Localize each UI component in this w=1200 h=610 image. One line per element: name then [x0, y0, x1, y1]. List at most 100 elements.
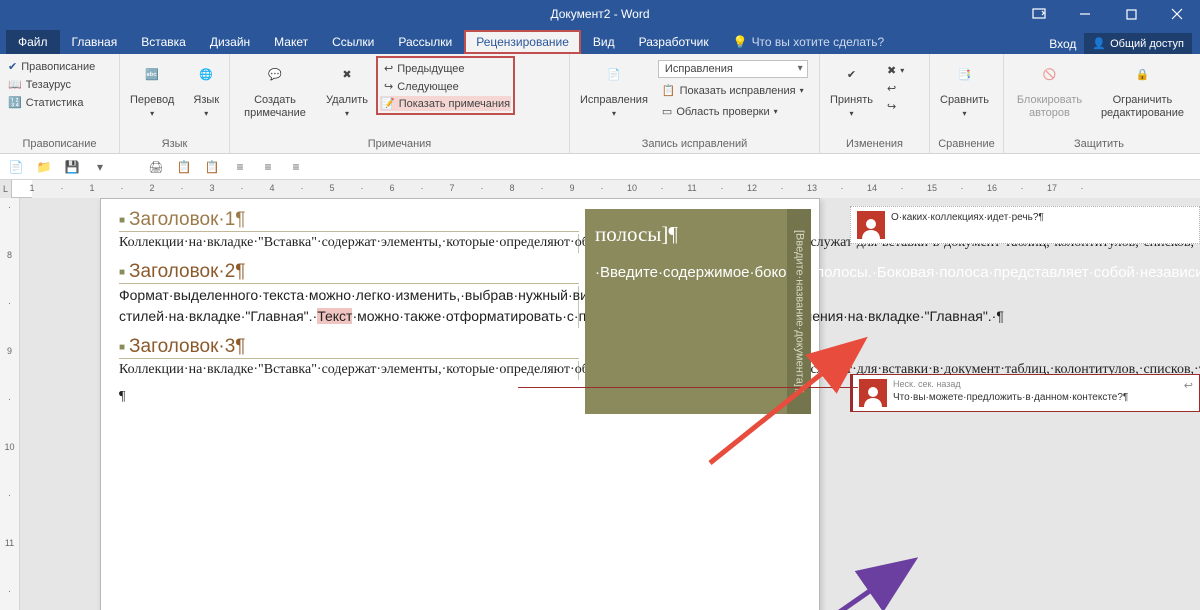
restrict-editing-button[interactable]: 🔒Ограничить редактирование	[1095, 58, 1190, 122]
avatar-icon	[857, 211, 885, 239]
delete-comment-button[interactable]: ✖Удалить▾	[320, 58, 374, 121]
translate-button[interactable]: 🔤Перевод▾	[124, 58, 180, 121]
compare-label: Сравнить	[940, 94, 989, 107]
tab-file[interactable]: Файл	[6, 30, 60, 54]
translate-label: Перевод	[130, 94, 174, 107]
qat-print-icon[interactable]: 🖨	[146, 157, 166, 177]
close-button[interactable]	[1154, 0, 1200, 28]
empty-para: ¶	[119, 388, 579, 407]
sidebar-vertical-label: [Введите·название·документа]¶	[787, 209, 811, 414]
highlighted-text: Текст	[317, 308, 352, 324]
qat-alignleft-icon[interactable]: ≡	[230, 157, 250, 177]
spelling-label: Правописание	[21, 61, 95, 73]
document-area: ■Заголовок·1¶ Коллекции·на·вкладке·"Вста…	[20, 198, 1200, 610]
qat-copy-icon[interactable]: 📋	[174, 157, 194, 177]
language-label: Язык	[193, 94, 219, 107]
share-button[interactable]: 👤Общий доступ	[1084, 33, 1192, 54]
language-button[interactable]: 🌐Язык▾	[184, 58, 228, 121]
statistics-button[interactable]: 🔢Статистика	[4, 94, 99, 111]
signin-link[interactable]: Вход	[1049, 37, 1076, 51]
next-change-button[interactable]: ↪	[883, 98, 908, 115]
qat-alignright-icon[interactable]: ≡	[286, 157, 306, 177]
group-proofing-label: Правописание	[4, 136, 115, 153]
main-text-column[interactable]: ■Заголовок·1¶ Коллекции·на·вкладке·"Вста…	[119, 209, 579, 414]
tell-me-box[interactable]: 💡 Что вы хотите сделать?	[721, 30, 897, 54]
paragraph-3: Коллекции·на·вкладке·"Вставка"·содержат·…	[119, 361, 579, 380]
share-label: Общий доступ	[1110, 38, 1184, 50]
group-proofing: ✔Правописание 📖Тезаурус 🔢Статистика Прав…	[0, 54, 120, 153]
quick-access-toolbar: 📄 📁 💾 ▾ 🖨 📋 📋 ≡ ≡ ≡	[0, 154, 1200, 180]
comments-pane: О·каких·коллекциях·идет·речь?¶ Неск. сек…	[850, 206, 1200, 542]
group-tracking-label: Запись исправлений	[574, 136, 815, 153]
qat-aligncenter-icon[interactable]: ≡	[258, 157, 278, 177]
show-markup-label: Показать исправления	[680, 85, 796, 97]
reject-button[interactable]: ✖▾	[883, 62, 908, 79]
tab-references[interactable]: Ссылки	[320, 30, 386, 54]
qat-open-icon[interactable]: 📁	[34, 157, 54, 177]
qat-save-icon[interactable]: 💾	[62, 157, 82, 177]
group-language-label: Язык	[124, 136, 225, 153]
comment-2[interactable]: Неск. сек. назад Что·вы·можете·предложит…	[850, 374, 1200, 412]
tab-home[interactable]: Главная	[60, 30, 130, 54]
reviewing-pane-button[interactable]: ▭Область проверки▾	[658, 103, 808, 120]
accept-icon: ✔	[835, 60, 867, 92]
show-comments-button[interactable]: 📝Показать примечания	[380, 96, 511, 111]
delete-comment-icon: ✖	[331, 60, 363, 92]
sidebar-title: полосы]¶	[595, 215, 800, 255]
qat-new-icon[interactable]: 📄	[6, 157, 26, 177]
prev-change-button[interactable]: ↩	[883, 80, 908, 97]
tab-layout[interactable]: Макет	[262, 30, 320, 54]
block-icon: 🚫	[1033, 60, 1065, 92]
comment-1[interactable]: О·каких·коллекциях·идет·речь?¶	[850, 206, 1200, 244]
group-protect-label: Защитить	[1008, 136, 1190, 153]
spelling-button[interactable]: ✔Правописание	[4, 58, 99, 75]
language-icon: 🌐	[190, 60, 222, 92]
tab-mailings[interactable]: Рассылки	[386, 30, 464, 54]
tab-review[interactable]: Рецензирование	[464, 30, 581, 54]
ruler-corner: L	[0, 180, 12, 198]
next-comment-button[interactable]: ↪Следующее	[380, 78, 511, 95]
track-changes-button[interactable]: 📄Исправления▾	[574, 58, 654, 121]
accept-button[interactable]: ✔Принять▾	[824, 58, 879, 121]
comment-1-text: О·каких·коллекциях·идет·речь?¶	[891, 211, 1044, 224]
accept-label: Принять	[830, 94, 873, 107]
tab-view[interactable]: Вид	[581, 30, 627, 54]
reply-icon[interactable]: ↩	[1184, 379, 1193, 392]
comment-2-text: Что·вы·можете·предложить·в·данном·контек…	[893, 391, 1128, 404]
title-bar: Документ2 - Word	[0, 0, 1200, 28]
qat-more-icon[interactable]: ▾	[90, 157, 110, 177]
bulb-icon: 💡	[733, 35, 748, 49]
next-icon: ↪	[384, 80, 393, 93]
group-comments: 💬Создать примечание ✖Удалить▾ ↩Предыдуще…	[230, 54, 570, 153]
markup-icon: 📋	[662, 84, 676, 97]
tab-design[interactable]: Дизайн	[198, 30, 262, 54]
show-markup-button[interactable]: 📋Показать исправления▾	[658, 82, 808, 99]
block-authors-button[interactable]: 🚫Блокировать авторов	[1008, 58, 1091, 122]
thesaurus-button[interactable]: 📖Тезаурус	[4, 76, 99, 93]
menu-bar: Файл Главная Вставка Дизайн Макет Ссылки…	[0, 28, 1200, 54]
group-compare: 📑Сравнить▾ Сравнение	[930, 54, 1004, 153]
vertical-ruler[interactable]: ·8·9·10·11·12·13·14·	[0, 198, 20, 610]
minimize-button[interactable]	[1062, 0, 1108, 28]
workspace: ·8·9·10·11·12·13·14· ■Заголовок·1¶ Колле…	[0, 198, 1200, 610]
horizontal-ruler[interactable]: L 1·1·2·3·4·5·6·7·8·9·10·11·12·13·14·15·…	[0, 180, 1200, 198]
group-tracking: 📄Исправления▾ Исправления 📋 Показать испр…	[570, 54, 820, 153]
previous-comment-label: Предыдущее	[397, 63, 464, 75]
comment-2-time: Неск. сек. назад	[893, 379, 1128, 389]
previous-comment-button[interactable]: ↩Предыдущее	[380, 60, 511, 77]
display-review-combo[interactable]: Исправления	[658, 60, 808, 78]
tab-insert[interactable]: Вставка	[129, 30, 198, 54]
compare-button[interactable]: 📑Сравнить▾	[934, 58, 995, 121]
sidebar-textbox[interactable]: полосы]¶ ·Введите·содержимое·боковой·пол…	[585, 209, 810, 414]
tab-developer[interactable]: Разработчик	[627, 30, 721, 54]
next-change-icon: ↪	[887, 100, 896, 113]
reject-icon: ✖	[887, 64, 896, 77]
tell-me-label: Что вы хотите сделать?	[752, 35, 885, 49]
new-comment-button[interactable]: 💬Создать примечание	[234, 58, 316, 122]
qat-paste-icon[interactable]: 📋	[202, 157, 222, 177]
page: ■Заголовок·1¶ Коллекции·на·вкладке·"Вста…	[100, 198, 820, 610]
maximize-button[interactable]	[1108, 0, 1154, 28]
delete-comment-label: Удалить	[326, 94, 368, 107]
track-changes-label: Исправления	[580, 94, 648, 107]
ribbon-options-icon[interactable]	[1016, 0, 1062, 28]
